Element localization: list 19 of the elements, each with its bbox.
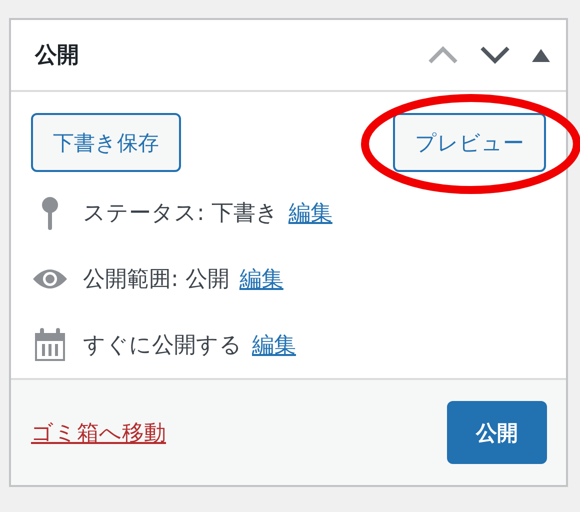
calendar-icon	[34, 328, 66, 362]
meta-text: すぐに公開する	[83, 332, 242, 360]
meta-text: ステータス: 下書き	[83, 200, 278, 228]
move-down-button[interactable]	[480, 46, 510, 64]
collapse-toggle[interactable]	[532, 48, 550, 62]
eye-icon	[32, 268, 68, 290]
trash-link[interactable]: ゴミ箱へ移動	[31, 418, 166, 448]
save-draft-button[interactable]: 下書き保存	[31, 113, 181, 172]
meta-text: 公開範囲: 公開	[83, 266, 230, 294]
triangle-up-icon	[532, 48, 550, 62]
edit-link[interactable]: 編集	[239, 264, 284, 294]
publish-button[interactable]: 公開	[447, 401, 547, 464]
chevron-down-icon	[480, 46, 510, 64]
panel-title: 公開	[35, 42, 80, 70]
preview-button[interactable]: プレビュー	[393, 113, 546, 172]
edit-link[interactable]: 編集	[252, 330, 296, 360]
chevron-up-icon	[428, 46, 458, 64]
pin-icon	[40, 196, 60, 230]
edit-link[interactable]: 編集	[288, 198, 332, 228]
